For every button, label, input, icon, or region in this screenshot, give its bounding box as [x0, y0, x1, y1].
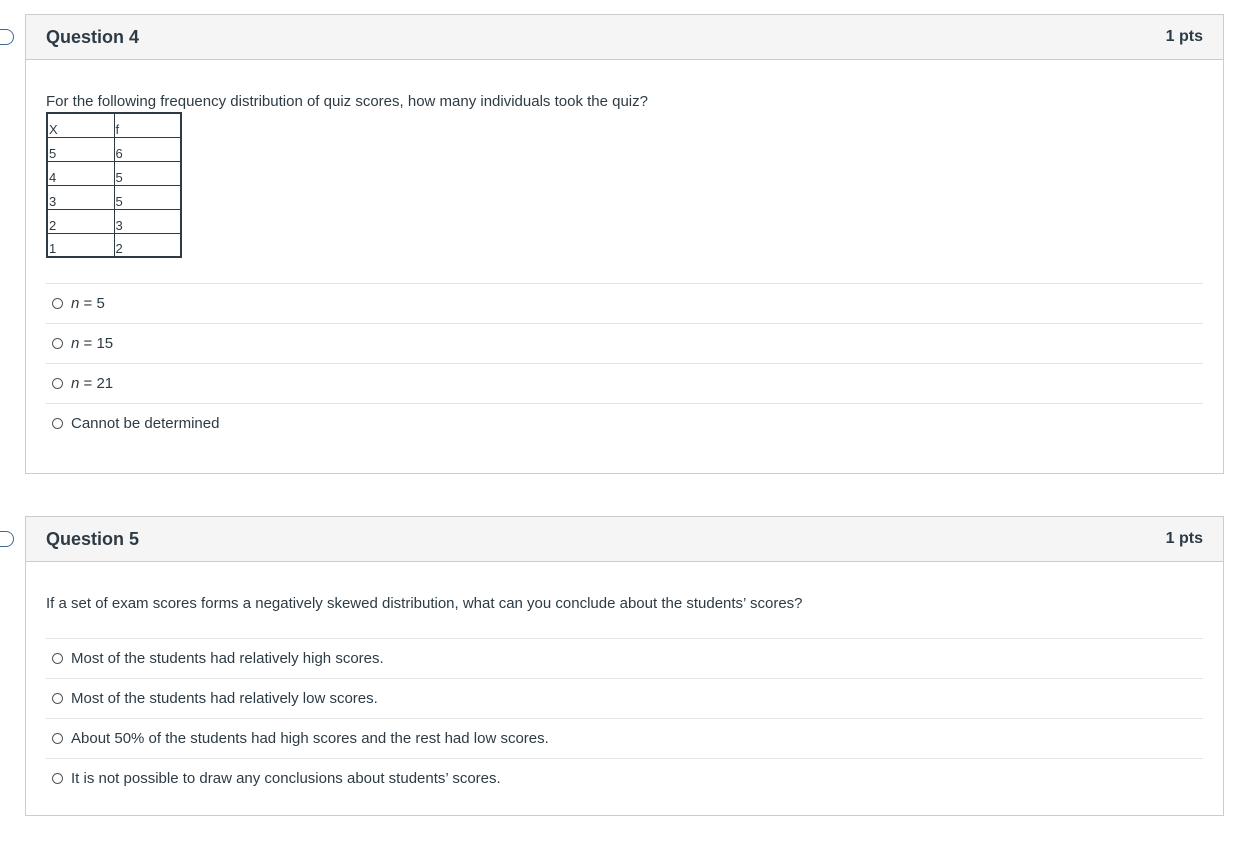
table-cell: 3	[113, 208, 182, 234]
answer-option[interactable]: n = 15	[46, 323, 1203, 363]
answer-label: n = 21	[71, 375, 114, 392]
question-5-title: Question 5	[46, 528, 140, 549]
table-row: 3 5	[46, 184, 182, 210]
table-header-row: X f	[46, 112, 182, 138]
radio-button[interactable]	[52, 733, 63, 744]
answer-option[interactable]: n = 5	[46, 283, 1203, 323]
radio-button[interactable]	[52, 773, 63, 784]
question-4-header: Question 4 1 pts	[26, 15, 1223, 60]
frequency-table: X f 5 6 4 5 3 5 2 3 1 2	[46, 112, 182, 258]
table-row: 4 5	[46, 160, 182, 186]
answer-option[interactable]: About 50% of the students had high score…	[46, 718, 1203, 758]
table-cell: 4	[46, 160, 115, 186]
answer-label: n = 15	[71, 335, 114, 352]
answer-label: About 50% of the students had high score…	[71, 730, 549, 747]
table-cell: 5	[113, 184, 182, 210]
question-5-points: 1 pts	[1165, 530, 1203, 547]
question-4-flag-marker	[0, 29, 14, 45]
question-4-points: 1 pts	[1165, 28, 1203, 45]
table-header-cell: X	[46, 112, 115, 138]
answer-option[interactable]: It is not possible to draw any conclusio…	[46, 758, 1203, 798]
radio-button[interactable]	[52, 653, 63, 664]
table-cell: 3	[46, 184, 115, 210]
answer-label: Most of the students had relatively high…	[71, 650, 384, 667]
answer-label: Cannot be determined	[71, 415, 220, 432]
answer-option[interactable]: Most of the students had relatively high…	[46, 638, 1203, 678]
table-cell: 6	[113, 136, 182, 162]
radio-button[interactable]	[52, 378, 63, 389]
answer-option[interactable]: Most of the students had relatively low …	[46, 678, 1203, 718]
radio-button[interactable]	[52, 418, 63, 429]
question-5-flag-marker	[0, 531, 14, 547]
radio-button[interactable]	[52, 693, 63, 704]
table-row: 1 2	[46, 232, 182, 258]
answer-label: It is not possible to draw any conclusio…	[71, 770, 501, 787]
table-cell: 1	[46, 232, 115, 258]
question-4-prompt: For the following frequency distribution…	[46, 93, 648, 110]
answer-option[interactable]: n = 21	[46, 363, 1203, 403]
question-4-card: Question 4 1 pts For the following frequ…	[25, 14, 1224, 474]
answer-label: n = 5	[71, 295, 105, 312]
table-row: 2 3	[46, 208, 182, 234]
radio-button[interactable]	[52, 298, 63, 309]
answer-option[interactable]: Cannot be determined	[46, 403, 1203, 443]
question-4-title: Question 4	[46, 26, 140, 47]
table-cell: 5	[113, 160, 182, 186]
table-row: 5 6	[46, 136, 182, 162]
table-cell: 2	[113, 232, 182, 258]
table-cell: 2	[46, 208, 115, 234]
question-4-answers: n = 5 n = 15 n = 21 Cannot be determined	[46, 283, 1203, 443]
question-5-header: Question 5 1 pts	[26, 517, 1223, 562]
question-5-prompt: If a set of exam scores forms a negative…	[46, 595, 803, 612]
answer-label: Most of the students had relatively low …	[71, 690, 378, 707]
table-header-cell: f	[113, 112, 182, 138]
question-5-card: Question 5 1 pts If a set of exam scores…	[25, 516, 1224, 816]
radio-button[interactable]	[52, 338, 63, 349]
question-5-answers: Most of the students had relatively high…	[46, 638, 1203, 798]
table-cell: 5	[46, 136, 115, 162]
